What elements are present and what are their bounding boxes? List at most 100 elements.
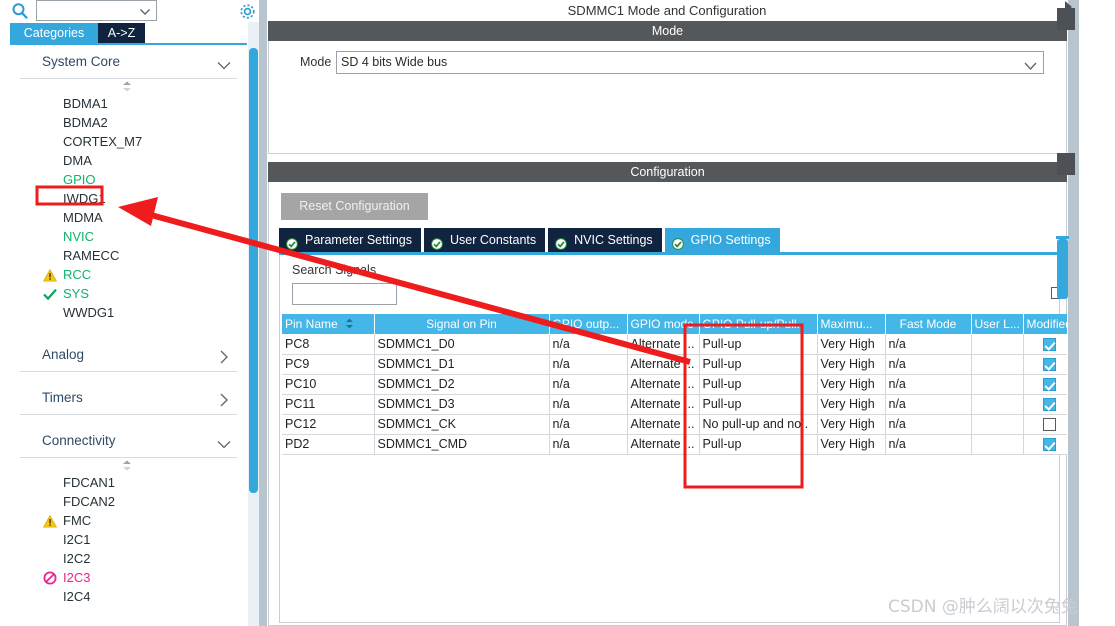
cell-user-label[interactable] [971, 394, 1024, 415]
table-row[interactable]: PC10 SDMMC1_D2 n/a Alternate ... Pull-up… [282, 374, 1077, 395]
cell-gpio-mode[interactable]: Alternate ... [627, 394, 700, 415]
sidebar-item-nvic[interactable]: NVIC [10, 227, 247, 246]
sidebar-group-connectivity[interactable]: Connectivity [20, 424, 237, 458]
table-row[interactable]: PD2 SDMMC1_CMD n/a Alternate ... Pull-up… [282, 434, 1077, 455]
cell-gpio-output[interactable]: n/a [549, 334, 628, 355]
sidebar-group-system-core[interactable]: System Core [20, 45, 237, 79]
sidebar-item-fdcan2[interactable]: FDCAN2 [10, 492, 247, 511]
sidebar-item-dma[interactable]: DMA [10, 151, 247, 170]
tab-gpio-settings[interactable]: GPIO Settings [664, 228, 780, 252]
cell-max-speed[interactable]: Very High [817, 434, 886, 455]
cell-fast-mode[interactable]: n/a [885, 374, 972, 395]
cell-gpio-mode[interactable]: Alternate ... [627, 334, 700, 355]
search-signals-input[interactable] [292, 283, 397, 305]
modified-checkbox[interactable] [1043, 438, 1056, 452]
cell-fast-mode[interactable]: n/a [885, 354, 972, 375]
sidebar-list-spinner-top[interactable] [10, 79, 247, 94]
column-header-gpio-mode[interactable]: GPIO mode [627, 314, 700, 334]
cell-fast-mode[interactable]: n/a [885, 394, 972, 415]
sidebar-group-analog[interactable]: Analog [20, 338, 237, 372]
cell-gpio-pull[interactable]: Pull-up [699, 434, 818, 455]
gear-icon[interactable] [238, 2, 257, 21]
sidebar-item-rcc[interactable]: RCC [10, 265, 247, 284]
app-scrollbar-thumb[interactable] [1057, 239, 1068, 299]
cell-user-label[interactable] [971, 414, 1024, 435]
table-row[interactable]: PC8 SDMMC1_D0 n/a Alternate ... Pull-up … [282, 334, 1077, 355]
cell-gpio-output[interactable]: n/a [549, 354, 628, 375]
tab-categories[interactable]: Categories [10, 23, 98, 44]
column-header-pin-name[interactable]: Pin Name [282, 314, 375, 334]
sidebar-item-i2c3[interactable]: I2C3 [10, 568, 247, 587]
cell-max-speed[interactable]: Very High [817, 414, 886, 435]
sidebar-item-fmc[interactable]: FMC [10, 511, 247, 530]
cell-user-label[interactable] [971, 374, 1024, 395]
cell-fast-mode[interactable]: n/a [885, 414, 972, 435]
sidebar-list-spinner-connectivity[interactable] [10, 458, 247, 473]
tab-parameter-settings[interactable]: Parameter Settings [279, 228, 421, 252]
cell-max-speed[interactable]: Very High [817, 354, 886, 375]
cell-user-label[interactable] [971, 354, 1024, 375]
sidebar-scrollbar-thumb[interactable] [249, 48, 258, 493]
sidebar-item-fdcan1[interactable]: FDCAN1 [10, 473, 247, 492]
cell-gpio-mode[interactable]: Alternate ... [627, 374, 700, 395]
cell-user-label[interactable] [971, 434, 1024, 455]
tab-user-constants[interactable]: User Constants [424, 228, 546, 252]
cell-gpio-output[interactable]: n/a [549, 434, 628, 455]
table-row[interactable]: PC12 SDMMC1_CK n/a Alternate ... No pull… [282, 414, 1077, 435]
app-scrollbar-block-middle[interactable] [1057, 153, 1075, 175]
modified-checkbox[interactable] [1043, 418, 1056, 432]
sidebar-item-i2c4[interactable]: I2C4 [10, 587, 247, 606]
modified-checkbox[interactable] [1043, 337, 1056, 351]
cell-gpio-mode[interactable]: Alternate ... [627, 414, 700, 435]
cell-gpio-pull[interactable]: No pull-up and no.. [699, 414, 818, 435]
modified-checkbox[interactable] [1043, 358, 1056, 372]
cell-max-speed[interactable]: Very High [817, 394, 886, 415]
modified-checkbox[interactable] [1043, 378, 1056, 392]
table-row[interactable]: PC9 SDMMC1_D1 n/a Alternate ... Pull-up … [282, 354, 1077, 375]
reset-configuration-button[interactable]: Reset Configuration [281, 193, 428, 220]
cell-gpio-output[interactable]: n/a [549, 414, 628, 435]
sort-arrows-icon[interactable] [345, 318, 354, 332]
cell-fast-mode[interactable]: n/a [885, 434, 972, 455]
cell-gpio-pull[interactable]: Pull-up [699, 334, 818, 355]
mode-select[interactable]: SD 4 bits Wide bus [336, 51, 1044, 74]
cell-gpio-pull[interactable]: Pull-up [699, 394, 818, 415]
app-scrollbar-track[interactable] [1068, 0, 1079, 626]
mode-section-header: Mode [268, 21, 1067, 41]
tab-a-to-z[interactable]: A->Z [98, 23, 145, 44]
column-header-gpio-output[interactable]: GPIO outp... [549, 314, 628, 334]
column-header-user-label[interactable]: User L... [971, 314, 1024, 334]
cell-user-label[interactable] [971, 334, 1024, 355]
sidebar-item-ramecc[interactable]: RAMECC [10, 246, 247, 265]
sidebar-group-timers[interactable]: Timers [20, 381, 237, 415]
sidebar-item-cortex-m7[interactable]: CORTEX_M7 [10, 132, 247, 151]
cell-max-speed[interactable]: Very High [817, 374, 886, 395]
sidebar-item-gpio[interactable]: GPIO [10, 170, 247, 189]
sidebar-item-sys[interactable]: SYS [10, 284, 247, 303]
sidebar-item-wwdg1[interactable]: WWDG1 [10, 303, 247, 322]
modified-checkbox[interactable] [1043, 398, 1056, 412]
cell-gpio-pull[interactable]: Pull-up [699, 354, 818, 375]
sidebar-item-i2c2[interactable]: I2C2 [10, 549, 247, 568]
sidebar-item-bdma2[interactable]: BDMA2 [10, 113, 247, 132]
cell-gpio-output[interactable]: n/a [549, 374, 628, 395]
sidebar-item-bdma1[interactable]: BDMA1 [10, 94, 247, 113]
sidebar-item-mdma[interactable]: MDMA [10, 208, 247, 227]
cell-fast-mode[interactable]: n/a [885, 334, 972, 355]
cell-gpio-mode[interactable]: Alternate ... [627, 354, 700, 375]
cell-max-speed[interactable]: Very High [817, 334, 886, 355]
cell-gpio-mode[interactable]: Alternate ... [627, 434, 700, 455]
column-header-signal-on-pin[interactable]: Signal on Pin [374, 314, 550, 334]
cell-gpio-output[interactable]: n/a [549, 394, 628, 415]
tab-nvic-settings[interactable]: NVIC Settings [548, 228, 662, 252]
table-row[interactable]: PC11 SDMMC1_D3 n/a Alternate ... Pull-up… [282, 394, 1077, 415]
sidebar-item-iwdg1[interactable]: IWDG1 [10, 189, 247, 208]
search-input[interactable] [36, 0, 157, 21]
column-header-maximum-speed[interactable]: Maximu... [817, 314, 886, 334]
cell-gpio-pull[interactable]: Pull-up [699, 374, 818, 395]
column-header-gpio-pullup-pulldown[interactable]: GPIO Pull-up/Pull.. [699, 314, 818, 334]
search-icon[interactable] [11, 2, 29, 20]
chevron-right-icon[interactable] [1063, 0, 1075, 20]
column-header-fast-mode[interactable]: Fast Mode [885, 314, 972, 334]
sidebar-item-i2c1[interactable]: I2C1 [10, 530, 247, 549]
